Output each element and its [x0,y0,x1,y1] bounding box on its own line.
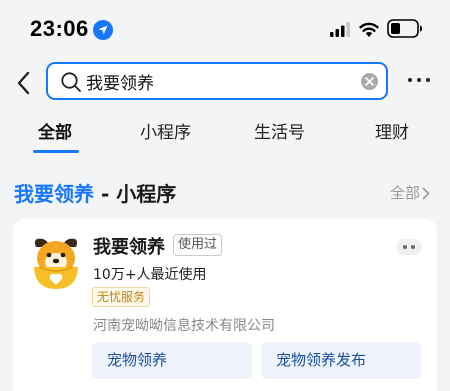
search-box[interactable] [46,62,388,100]
more-icon[interactable] [408,73,430,87]
section-title-keyword: 我要领养 [14,182,94,206]
company-name: 河南宠呦呦信息技术有限公司 [93,318,275,334]
status-time: 23:06 [30,16,89,41]
tab-all[interactable]: 全部 [38,118,72,143]
dog-mascot-logo-icon [34,238,78,289]
see-all-link[interactable]: 全部 [390,182,430,203]
battery-icon [387,19,422,38]
tab-finance[interactable]: 理财 [375,118,409,143]
status-bar: 23:06 [0,0,450,56]
mini-program-card[interactable]: 我要领养 使用过 10万+人最近使用 无忧服务 河南宠呦呦信息技术有限公司 宠物… [13,219,437,391]
see-all-label: 全部 [390,184,421,202]
search-icon [61,72,81,92]
card-more-icon[interactable] [396,239,422,255]
clear-icon[interactable] [361,73,378,90]
user-count: 10万+人最近使用 [93,267,207,283]
service-badge: 无忧服务 [92,287,151,307]
chevron-right-icon [422,187,430,200]
wifi-icon [359,22,379,37]
section-title: 我要领养 - 小程序 [14,178,176,207]
location-arrow-icon [93,20,113,40]
search-input[interactable] [86,67,356,95]
active-tab-indicator [33,150,79,153]
service-button-publish[interactable]: 宠物领养发布 [261,342,421,379]
service-button-adopt[interactable]: 宠物领养 [92,342,252,379]
back-chevron-icon[interactable] [14,70,34,96]
section-title-suffix: - 小程序 [94,182,177,206]
tab-life-accounts[interactable]: 生活号 [254,118,305,143]
app-name: 我要领养 [93,237,165,258]
cellular-signal-icon [330,22,350,37]
tab-mini-programs[interactable]: 小程序 [140,118,191,143]
used-badge: 使用过 [173,234,223,256]
